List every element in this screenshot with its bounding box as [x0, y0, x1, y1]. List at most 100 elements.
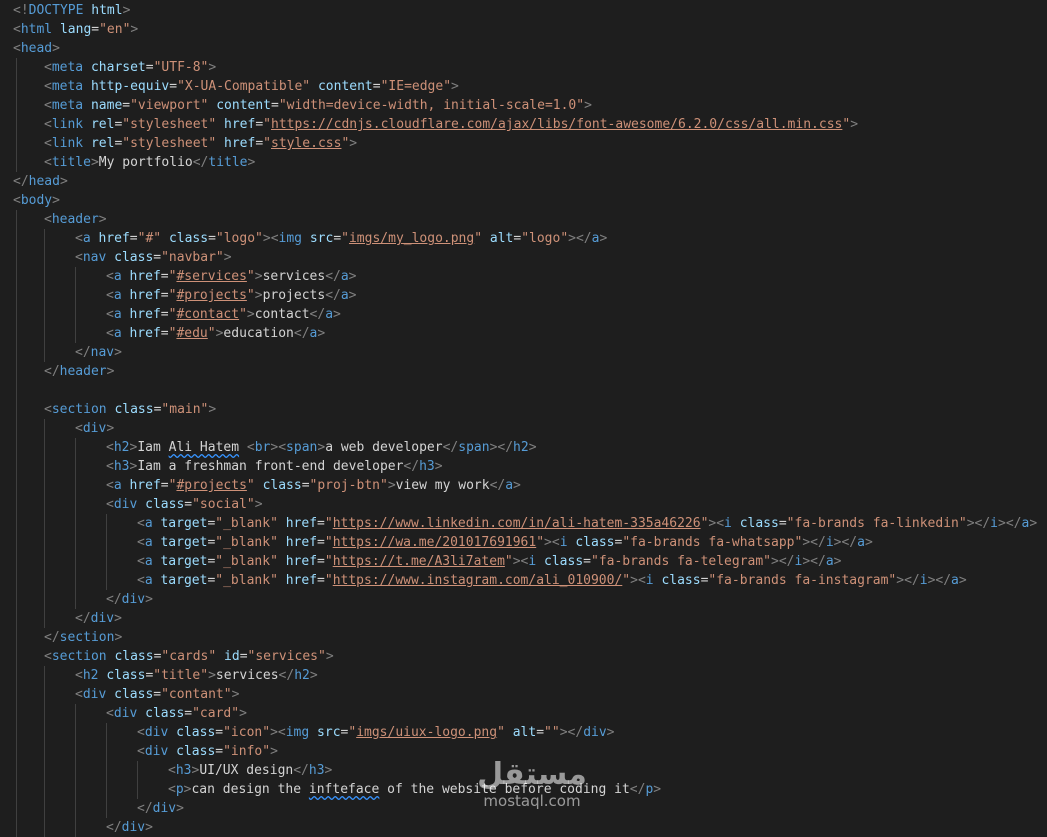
- code-line[interactable]: <p > can design the infteface of the websi…: [0, 780, 1047, 799]
- code-token-bracket: >: [223, 250, 232, 265]
- code-line[interactable]: <head>: [0, 39, 1047, 58]
- code-token-bracket: </: [293, 763, 309, 778]
- code-line[interactable]: <link rel="stylesheet" href="https://cdn…: [0, 115, 1047, 134]
- code-token-text: contact: [254, 307, 310, 322]
- code-line[interactable]: </div>: [0, 609, 1047, 628]
- code-line[interactable]: <h2>Iam Ali Hatem <br><span>a web develo…: [0, 438, 1047, 457]
- code-line[interactable]: </div>: [0, 799, 1047, 818]
- code-token-bracket: </: [629, 782, 646, 797]
- code-token-string: "": [544, 725, 560, 740]
- code-token-eq: =: [153, 250, 162, 265]
- code-line[interactable]: <a target="_blank" href="https://t.me/A3…: [0, 552, 1047, 571]
- code-token-bracket: <: [246, 440, 255, 455]
- code-line[interactable]: <body>: [0, 191, 1047, 210]
- code-token-bracket: >: [145, 592, 153, 607]
- code-line[interactable]: <section class="cards" id="services">: [0, 647, 1047, 666]
- code-line[interactable]: <div>: [0, 419, 1047, 438]
- code-token-bracket: >: [387, 478, 396, 493]
- code-token-link: imgs/uiux-logo.png: [356, 725, 498, 740]
- code-line[interactable]: <meta name="viewport" content="width=dev…: [0, 96, 1047, 115]
- code-line[interactable]: </nav>: [0, 343, 1047, 362]
- code-line[interactable]: </div>: [0, 818, 1047, 837]
- code-token-attr: html: [91, 3, 123, 18]
- code-token-bracket: ></: [802, 535, 826, 550]
- code-token-string: ": [207, 326, 216, 341]
- indent-guide: [16, 58, 17, 172]
- code-line[interactable]: </section>: [0, 628, 1047, 647]
- code-token-text: My portfolio: [98, 155, 193, 170]
- code-token-string: ": [324, 573, 333, 588]
- code-line[interactable]: <header>: [0, 210, 1047, 229]
- code-line[interactable]: </head>: [0, 172, 1047, 191]
- code-line[interactable]: <div class="icon"><img src="imgs/uiux-lo…: [0, 723, 1047, 742]
- code-line[interactable]: [0, 381, 1047, 400]
- code-editor[interactable]: <!DOCTYPE html> <html lang="en"> <head> <me…: [0, 0, 1047, 837]
- code-token-bracket: </: [325, 269, 341, 284]
- code-line[interactable]: <a href="#projects" class="proj-btn">vie…: [0, 476, 1047, 495]
- code-line[interactable]: <div class="social">: [0, 495, 1047, 514]
- code-token-bracket: <!: [13, 3, 29, 18]
- code-token-attr: src: [317, 725, 341, 740]
- code-line[interactable]: <h3>UI/UX design</h3>: [0, 761, 1047, 780]
- code-line[interactable]: <html lang="en">: [0, 20, 1047, 39]
- code-token-bracket: >: [208, 402, 217, 417]
- code-line[interactable]: <section class="main">: [0, 400, 1047, 419]
- code-line[interactable]: <div class="contant">: [0, 685, 1047, 704]
- code-token-bracket: >: [208, 60, 217, 75]
- code-token-bracket: >: [52, 41, 60, 56]
- code-line[interactable]: <h2 class="title">services</h2>: [0, 666, 1047, 685]
- code-line[interactable]: <a href="#projects">projects</a>: [0, 286, 1047, 305]
- code-token-tag: DOCTYPE: [28, 3, 84, 18]
- code-line[interactable]: <link rel="stylesheet" href="style.css">: [0, 134, 1047, 153]
- code-token-bracket: >: [451, 79, 459, 94]
- code-line[interactable]: <meta http-equiv="X-UA-Compatible" conte…: [0, 77, 1047, 96]
- code-line[interactable]: <a href="#edu">education</a>: [0, 324, 1047, 343]
- code-token-string: "_blank": [215, 535, 278, 550]
- code-token-eq: =: [160, 288, 169, 303]
- code-line[interactable]: <a target="_blank" href="https://wa.me/2…: [0, 533, 1047, 552]
- code-token-bracket: >: [130, 22, 139, 37]
- code-line[interactable]: <a target="_blank" href="https://www.ins…: [0, 571, 1047, 590]
- code-token-tag: i: [559, 535, 568, 550]
- code-token-bracket: >: [231, 687, 240, 702]
- code-token-link: #edu: [176, 326, 208, 341]
- code-token-bracket: >: [864, 535, 873, 550]
- code-token-bracket: >: [309, 668, 318, 683]
- code-token-bracket: >: [122, 3, 131, 18]
- code-line[interactable]: <a href="#services">services</a>: [0, 267, 1047, 286]
- code-line[interactable]: </div>: [0, 590, 1047, 609]
- code-token-attr: target: [160, 516, 208, 531]
- code-line[interactable]: <title>My portfolio</title>: [0, 153, 1047, 172]
- code-token-string: ": [263, 117, 271, 132]
- code-token-bracket: >: [114, 611, 122, 626]
- code-token-tag: h2: [294, 668, 310, 683]
- code-token-bracket: >: [247, 155, 256, 170]
- code-token-bracket: >: [114, 345, 122, 360]
- code-token-bracket: ><: [270, 725, 286, 740]
- code-line[interactable]: <div class="card">: [0, 704, 1047, 723]
- code-line[interactable]: <meta charset="UTF-8">: [0, 58, 1047, 77]
- code-line[interactable]: <!DOCTYPE html>: [0, 1, 1047, 20]
- code-token-string: "navbar": [161, 250, 224, 265]
- code-token-bracket: </: [278, 668, 295, 683]
- code-token-string: "fa-brands fa-linkedin": [786, 516, 967, 531]
- code-line[interactable]: <a target="_blank" href="https://www.lin…: [0, 514, 1047, 533]
- code-line[interactable]: </header>: [0, 362, 1047, 381]
- code-token-attr: class: [176, 744, 216, 759]
- code-line[interactable]: <nav class="navbar">: [0, 248, 1047, 267]
- code-token-eq: =: [208, 231, 216, 246]
- code-line[interactable]: <a href="#" class="logo"><img src="imgs/…: [0, 229, 1047, 248]
- code-line[interactable]: <a href="#contact">contact</a>: [0, 305, 1047, 324]
- code-token-bracket: >: [434, 459, 443, 474]
- code-token-link: style.css: [271, 136, 342, 151]
- code-token-bracket: </: [192, 155, 209, 170]
- code-line[interactable]: <div class="info">: [0, 742, 1047, 761]
- code-token-string: "stylesheet": [122, 136, 217, 151]
- code-token-attr: content: [216, 98, 272, 113]
- code-line[interactable]: <h3>Iam a freshman front-end developer</…: [0, 457, 1047, 476]
